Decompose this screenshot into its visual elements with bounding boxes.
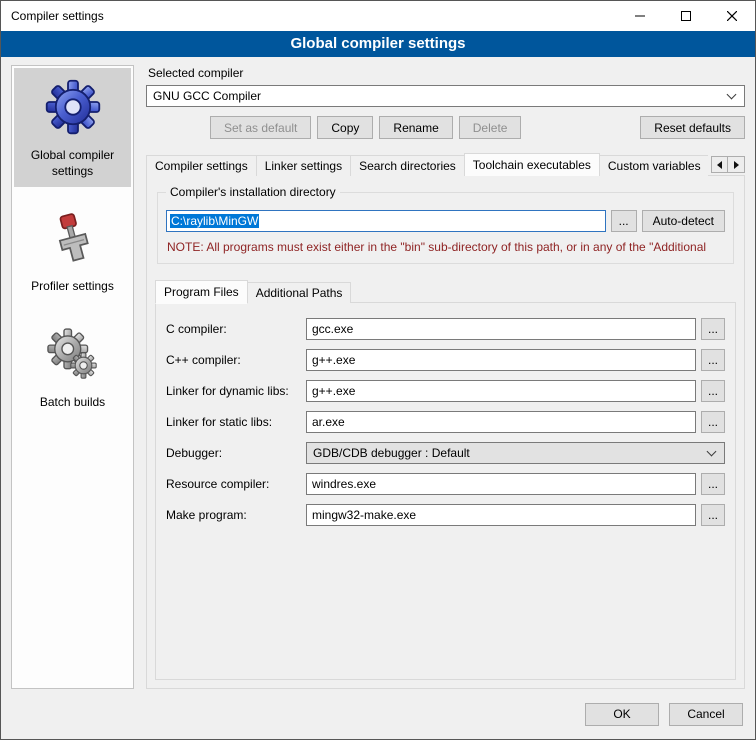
set-as-default-button: Set as default xyxy=(210,116,311,139)
browse-directory-button[interactable]: ... xyxy=(611,210,637,232)
browse-button[interactable]: ... xyxy=(701,349,725,371)
minimize-icon xyxy=(635,11,645,21)
tab-toolchain-executables[interactable]: Toolchain executables xyxy=(464,153,600,176)
field-label: C compiler: xyxy=(166,322,306,336)
cancel-button[interactable]: Cancel xyxy=(669,703,743,726)
field-label: Linker for dynamic libs: xyxy=(166,384,306,398)
installation-directory-groupbox: Compiler's installation directory C:\ray… xyxy=(157,192,734,264)
installation-directory-value: C:\raylib\MinGW xyxy=(170,214,259,228)
dialog-banner: Global compiler settings xyxy=(1,31,755,57)
tab-search-directories[interactable]: Search directories xyxy=(350,155,465,176)
browse-button[interactable]: ... xyxy=(701,380,725,402)
field-row-static-linker: Linker for static libs: ... xyxy=(166,411,725,433)
static-linker-input[interactable] xyxy=(306,411,696,433)
sub-tab-strip: Program Files Additional Paths xyxy=(155,280,736,303)
dialog-footer: OK Cancel xyxy=(1,697,755,739)
program-files-page: C compiler: ... C++ compiler: ... xyxy=(155,302,736,680)
reset-defaults-button[interactable]: Reset defaults xyxy=(640,116,745,139)
tab-linker-settings[interactable]: Linker settings xyxy=(256,155,351,176)
chevron-down-icon xyxy=(707,447,717,457)
subtab-program-files[interactable]: Program Files xyxy=(155,280,248,304)
tab-scroll-buttons xyxy=(711,156,745,173)
field-row-make-program: Make program: ... xyxy=(166,504,725,526)
field-row-c-compiler: C compiler: ... xyxy=(166,318,725,340)
installation-directory-input[interactable]: C:\raylib\MinGW xyxy=(166,210,606,232)
compiler-action-row: Set as default Copy Rename Delete Reset … xyxy=(146,116,745,139)
maximize-icon xyxy=(681,11,691,21)
arrow-right-icon xyxy=(734,161,739,169)
debugger-dropdown[interactable]: GDB/CDB debugger : Default xyxy=(306,442,725,464)
browse-button[interactable]: ... xyxy=(701,473,725,495)
minimize-button[interactable] xyxy=(617,1,663,31)
dynamic-linker-input[interactable] xyxy=(306,380,696,402)
rename-button[interactable]: Rename xyxy=(379,116,452,139)
tab-compiler-settings[interactable]: Compiler settings xyxy=(146,155,257,176)
field-label: C++ compiler: xyxy=(166,353,306,367)
close-button[interactable] xyxy=(709,1,755,31)
titlebar: Compiler settings xyxy=(1,1,755,31)
ok-button[interactable]: OK xyxy=(585,703,659,726)
chevron-down-icon xyxy=(727,90,737,100)
sidebar-item-profiler-settings[interactable]: Profiler settings xyxy=(14,201,131,302)
field-label: Linker for static libs: xyxy=(166,415,306,429)
field-row-debugger: Debugger: GDB/CDB debugger : Default xyxy=(166,442,725,464)
browse-button[interactable]: ... xyxy=(701,411,725,433)
gray-gears-icon xyxy=(45,327,101,383)
main-panel: Selected compiler GNU GCC Compiler Set a… xyxy=(146,65,745,689)
resource-compiler-input[interactable] xyxy=(306,473,696,495)
blue-gear-icon xyxy=(44,78,102,136)
arrow-left-icon xyxy=(717,161,722,169)
toolchain-executables-page: Compiler's installation directory C:\ray… xyxy=(146,175,745,689)
groupbox-title: Compiler's installation directory xyxy=(166,185,340,199)
red-tool-icon xyxy=(45,211,101,267)
tab-custom-variables[interactable]: Custom variables xyxy=(599,155,708,176)
make-program-input[interactable] xyxy=(306,504,696,526)
tab-scroll-left-button[interactable] xyxy=(711,156,728,173)
cpp-compiler-input[interactable] xyxy=(306,349,696,371)
sidebar-item-label: Profiler settings xyxy=(16,278,129,294)
selected-compiler-label: Selected compiler xyxy=(148,66,745,80)
sidebar-item-label: Batch builds xyxy=(16,394,129,410)
c-compiler-input[interactable] xyxy=(306,318,696,340)
subtab-additional-paths[interactable]: Additional Paths xyxy=(247,282,352,303)
window-title: Compiler settings xyxy=(1,9,617,23)
sidebar-item-batch-builds[interactable]: Batch builds xyxy=(14,317,131,418)
field-row-resource-compiler: Resource compiler: ... xyxy=(166,473,725,495)
field-row-dynamic-linker: Linker for dynamic libs: ... xyxy=(166,380,725,402)
browse-button[interactable]: ... xyxy=(701,504,725,526)
tab-strip: Compiler settings Linker settings Search… xyxy=(146,153,745,176)
dialog-body: Global compiler settings Profiler settin… xyxy=(1,57,755,697)
close-icon xyxy=(727,11,737,21)
delete-button: Delete xyxy=(459,116,522,139)
selected-compiler-dropdown[interactable]: GNU GCC Compiler xyxy=(146,85,745,107)
field-label: Make program: xyxy=(166,508,306,522)
installation-directory-row: C:\raylib\MinGW ... Auto-detect xyxy=(166,210,725,232)
sidebar-item-global-compiler-settings[interactable]: Global compiler settings xyxy=(14,68,131,187)
auto-detect-button[interactable]: Auto-detect xyxy=(642,210,725,232)
copy-button[interactable]: Copy xyxy=(317,116,373,139)
selected-compiler-value: GNU GCC Compiler xyxy=(153,89,722,103)
compiler-settings-window: Compiler settings Global compiler settin… xyxy=(0,0,756,740)
tab-scroll-right-button[interactable] xyxy=(728,156,745,173)
window-controls xyxy=(617,1,755,31)
field-label: Resource compiler: xyxy=(166,477,306,491)
sidebar-item-label: Global compiler settings xyxy=(16,147,129,179)
debugger-value: GDB/CDB debugger : Default xyxy=(313,446,702,460)
sidebar: Global compiler settings Profiler settin… xyxy=(11,65,134,689)
field-label: Debugger: xyxy=(166,446,306,460)
browse-button[interactable]: ... xyxy=(701,318,725,340)
note-text: NOTE: All programs must exist either in … xyxy=(167,240,724,254)
maximize-button[interactable] xyxy=(663,1,709,31)
tabs-scroll-area: Compiler settings Linker settings Search… xyxy=(146,153,708,176)
field-row-cpp-compiler: C++ compiler: ... xyxy=(166,349,725,371)
